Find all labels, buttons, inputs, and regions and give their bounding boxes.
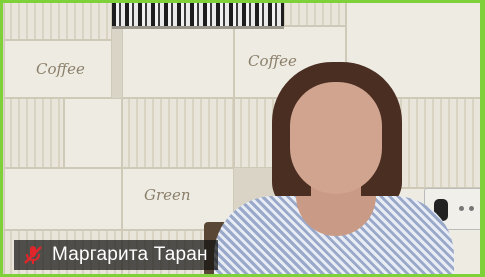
wall-tile bbox=[122, 98, 234, 168]
tile-text: Coffee bbox=[248, 52, 297, 70]
person-face bbox=[290, 82, 382, 194]
wall-tile bbox=[4, 168, 122, 230]
wall-tile: Green bbox=[122, 168, 234, 230]
wall-tile bbox=[4, 98, 64, 168]
wall-tile bbox=[64, 98, 122, 168]
participant-name: Маргарита Таран bbox=[52, 244, 208, 265]
mic-muted-icon[interactable] bbox=[22, 244, 44, 266]
shelf-with-jars bbox=[112, 0, 284, 29]
wall-tile bbox=[4, 0, 112, 40]
wall-tile bbox=[284, 0, 346, 26]
tile-text: Green bbox=[144, 186, 191, 204]
participant-video-tile[interactable]: Coffee Green Coffee Маргарита Таран bbox=[0, 0, 485, 277]
wall-tile bbox=[122, 26, 234, 98]
tile-text: Coffee bbox=[36, 60, 85, 78]
participant-name-label: Маргарита Таран bbox=[14, 240, 218, 270]
wall-tile: Coffee bbox=[4, 40, 112, 98]
